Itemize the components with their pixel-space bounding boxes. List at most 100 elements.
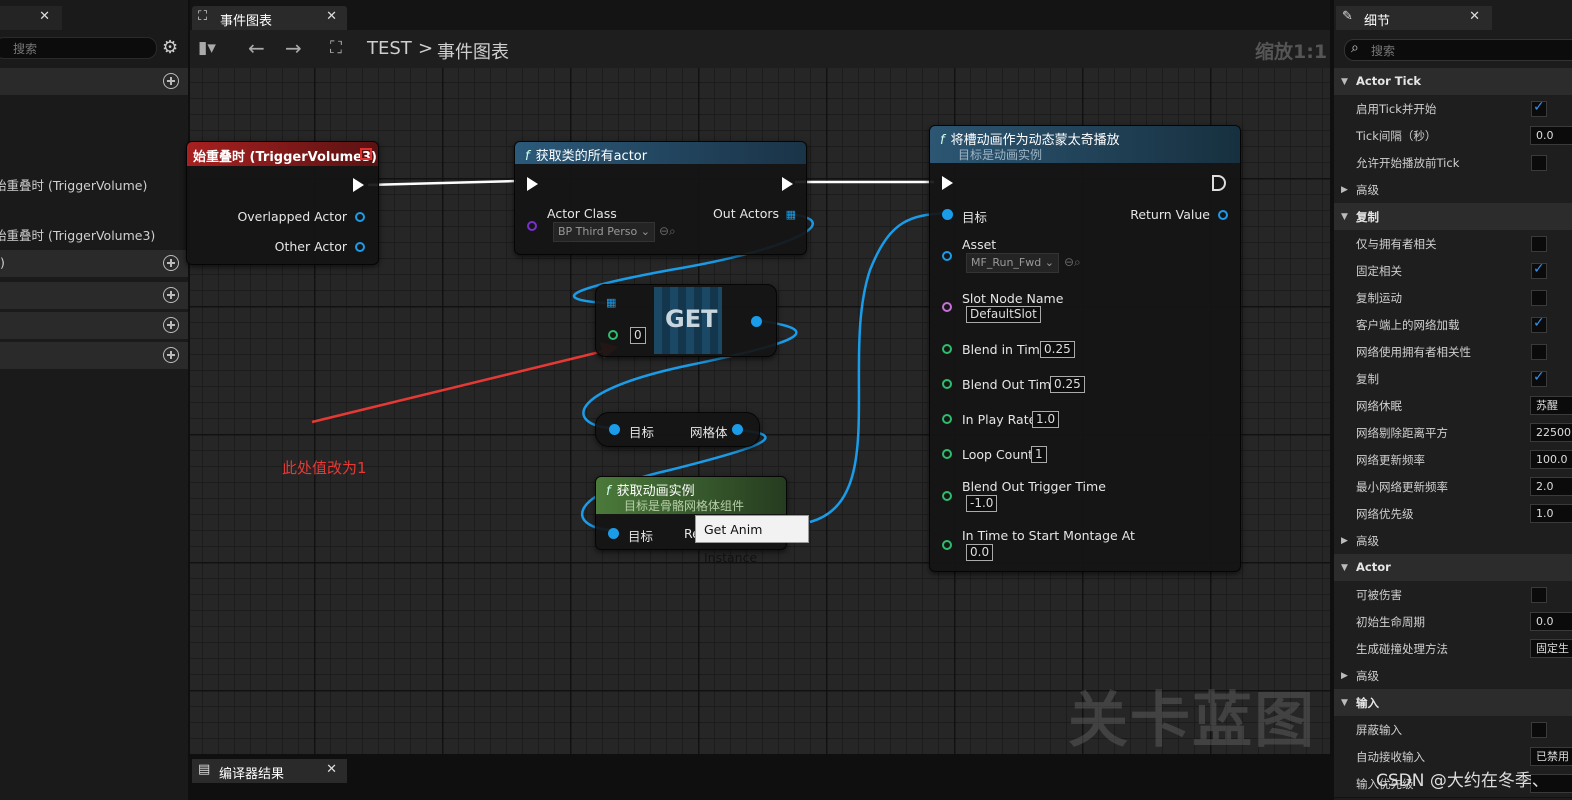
exec-in-pin[interactable] — [527, 177, 538, 191]
asset-pin[interactable] — [942, 251, 952, 261]
details-property-row[interactable]: 网络优先级 1.0 — [1334, 500, 1572, 528]
details-property-row[interactable]: 复制 — [1334, 365, 1572, 393]
details-advanced-toggle[interactable]: ▶ 高级 — [1334, 527, 1572, 555]
details-section-header[interactable]: ▼ Actor — [1334, 554, 1572, 582]
chevron-down-icon[interactable]: ▼ — [1341, 77, 1348, 87]
add-icon[interactable] — [163, 347, 179, 363]
details-advanced-toggle[interactable]: ▶ 高级 — [1334, 662, 1572, 690]
close-icon[interactable]: ✕ — [39, 9, 50, 24]
forward-icon[interactable]: → — [285, 36, 302, 60]
add-icon[interactable] — [163, 255, 179, 271]
add-icon[interactable] — [163, 317, 179, 333]
details-advanced-toggle[interactable]: ▶ 高级 — [1334, 176, 1572, 204]
play-rate-pin[interactable] — [942, 414, 952, 424]
mesh-getter-node[interactable]: 目标 网格体 — [595, 412, 760, 447]
property-value-input[interactable]: 0.0 — [1530, 612, 1572, 631]
details-property-row[interactable]: 仅与拥有者相关 — [1334, 230, 1572, 258]
trigger-time-pin[interactable] — [942, 491, 952, 501]
section-row[interactable] — [0, 68, 188, 95]
bookmark-icon[interactable]: ▮▾ — [198, 38, 216, 58]
mesh-out-pin[interactable] — [732, 424, 743, 435]
blend-out-pin[interactable] — [942, 379, 952, 389]
gear-icon[interactable]: ⚙ — [162, 37, 178, 58]
property-checkbox[interactable] — [1531, 290, 1547, 306]
slot-name-input[interactable]: DefaultSlot — [966, 306, 1041, 323]
actor-class-pin[interactable] — [527, 221, 537, 231]
property-value-input[interactable]: 已禁用 — [1530, 747, 1572, 766]
exec-out-pin[interactable] — [1212, 175, 1226, 191]
details-property-row[interactable]: 生成碰撞处理方法 固定生 — [1334, 635, 1572, 663]
chevron-right-icon[interactable]: ▶ — [1341, 185, 1348, 195]
trigger-time-input[interactable]: -1.0 — [966, 495, 998, 512]
close-icon[interactable]: ✕ — [326, 762, 337, 777]
output-pin[interactable] — [751, 316, 762, 327]
property-value-input[interactable]: 2.0 — [1530, 477, 1572, 496]
details-property-row[interactable]: 初始生命周期 0.0 — [1334, 608, 1572, 636]
details-property-row[interactable]: 固定相关 — [1334, 257, 1572, 285]
details-property-row[interactable]: Tick间隔（秒） 0.0 — [1334, 122, 1572, 150]
play-slot-montage-node[interactable]: f 将槽动画作为动态蒙太奇播放 目标是动画实例 目标 Return Value A… — [929, 125, 1241, 572]
tab-event-graph[interactable]: ⛶ 事件图表 ✕ — [192, 6, 347, 30]
close-icon[interactable]: ✕ — [1469, 9, 1480, 24]
property-value-input[interactable]: 0.0 — [1530, 126, 1572, 145]
chevron-down-icon[interactable]: ▼ — [1341, 698, 1348, 708]
event-list-item[interactable]: 始重叠时 (TriggerVolume3) — [0, 225, 155, 244]
blend-in-pin[interactable] — [942, 344, 952, 354]
details-section-header[interactable]: ▼ Actor Tick — [1334, 68, 1572, 96]
details-search-input[interactable]: ⌕ 搜索 — [1344, 39, 1572, 61]
overlapped-actor-pin[interactable] — [355, 212, 365, 222]
property-checkbox[interactable] — [1531, 587, 1547, 603]
blend-out-input[interactable]: 0.25 — [1050, 376, 1085, 393]
details-property-row[interactable]: 网络剔除距离平方 22500 — [1334, 419, 1572, 447]
details-section-header[interactable]: ▼ 复制 — [1334, 203, 1572, 231]
property-value-input[interactable]: 1.0 — [1530, 504, 1572, 523]
start-time-input[interactable]: 0.0 — [966, 544, 994, 561]
details-property-row[interactable]: 允许开始播放前Tick — [1334, 149, 1572, 177]
back-icon[interactable]: ← — [248, 36, 265, 60]
asset-dropdown[interactable]: MF_Run_Fwd ⌄ — [966, 253, 1059, 273]
property-checkbox[interactable] — [1531, 315, 1547, 333]
details-property-row[interactable]: 复制运动 — [1334, 284, 1572, 312]
property-checkbox[interactable] — [1531, 99, 1547, 117]
property-checkbox[interactable] — [1531, 344, 1547, 360]
details-section-header[interactable]: ▼ 输入 — [1334, 689, 1572, 717]
tab-compiler-results[interactable]: ▤ 编译器结果 ✕ — [192, 759, 347, 783]
property-checkbox[interactable] — [1531, 155, 1547, 171]
array-get-node[interactable]: GET ▦ 0 — [595, 284, 777, 357]
details-property-row[interactable]: 屏蔽输入 — [1334, 716, 1572, 744]
details-property-row[interactable]: 可被伤害 — [1334, 581, 1572, 609]
chevron-right-icon[interactable]: ▶ — [1341, 671, 1348, 681]
breadcrumb-root[interactable]: TEST — [367, 38, 412, 59]
loop-count-input[interactable]: 1 — [1031, 446, 1047, 463]
details-property-row[interactable]: 网络使用拥有者相关性 — [1334, 338, 1572, 366]
blend-in-input[interactable]: 0.25 — [1040, 341, 1075, 358]
property-checkbox[interactable] — [1531, 236, 1547, 252]
details-property-row[interactable]: 最小网络更新频率 2.0 — [1334, 473, 1572, 501]
exec-out-pin[interactable] — [782, 177, 793, 191]
chevron-down-icon[interactable]: ▼ — [1341, 563, 1348, 573]
property-checkbox[interactable] — [1531, 261, 1547, 279]
index-input[interactable]: 0 — [630, 327, 646, 344]
play-rate-input[interactable]: 1.0 — [1032, 411, 1060, 428]
add-icon[interactable] — [163, 287, 179, 303]
target-pin[interactable] — [608, 528, 619, 539]
details-property-row[interactable]: 网络更新频率 100.0 — [1334, 446, 1572, 474]
target-pin[interactable] — [942, 209, 953, 220]
details-property-row[interactable]: 启用Tick并开始 — [1334, 95, 1572, 123]
browse-icon[interactable]: ⊖⌕ — [1064, 255, 1081, 270]
get-all-actors-node[interactable]: f 获取类的所有actor Actor Class BP Third Perso … — [514, 141, 807, 255]
section-row[interactable] — [0, 312, 188, 339]
close-icon[interactable]: ✕ — [326, 9, 337, 24]
return-value-pin[interactable] — [1218, 210, 1228, 220]
exec-out-pin[interactable] — [353, 178, 364, 192]
chevron-down-icon[interactable]: ▼ — [1341, 212, 1348, 222]
chevron-right-icon[interactable]: ▶ — [1341, 536, 1348, 546]
breadcrumb-current[interactable]: 事件图表 — [437, 38, 509, 64]
property-value-input[interactable]: 苏醒 — [1530, 396, 1572, 415]
class-dropdown[interactable]: BP Third Perso ⌄ — [553, 222, 655, 242]
tab-details[interactable]: ✎ 细节 ✕ — [1336, 6, 1492, 30]
add-icon[interactable] — [163, 73, 179, 89]
details-property-row[interactable]: 网络休眠 苏醒 — [1334, 392, 1572, 420]
event-node[interactable]: 始重叠时 (TriggerVolume3) Overlapped Actor O… — [186, 141, 379, 265]
browse-icon[interactable]: ⊖⌕ — [659, 224, 676, 239]
